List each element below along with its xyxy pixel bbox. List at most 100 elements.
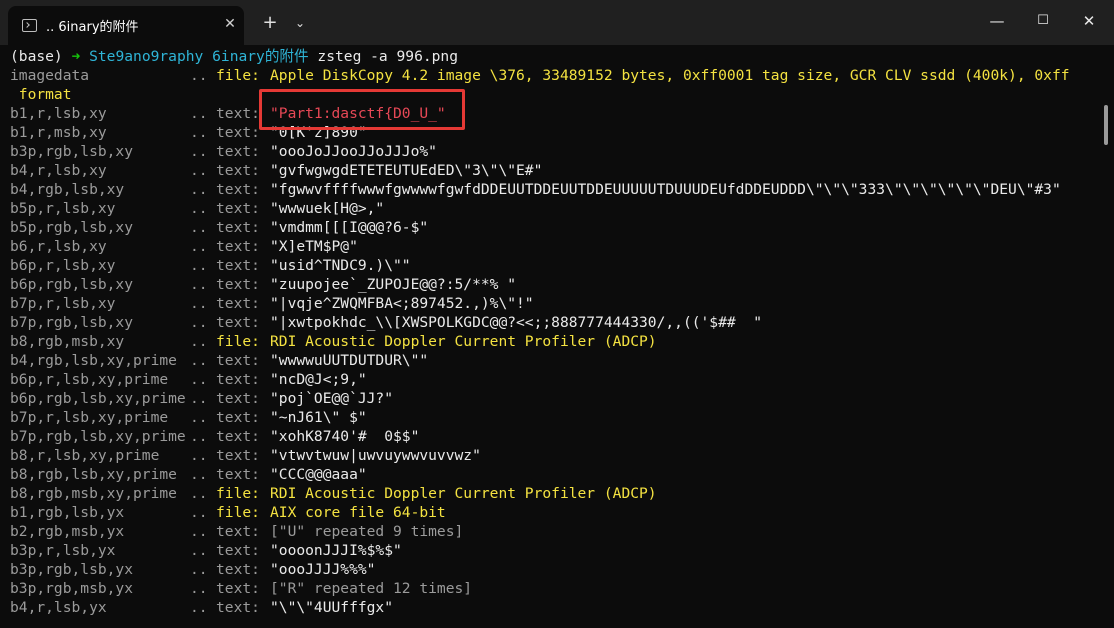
row-separator: .. [190,143,208,160]
output-row: b4,rgb,lsb,xy.. text: "fgwwvffffwwwfgwwwwf… [10,180,1061,199]
row-key: imagedata [10,67,90,84]
row-key: b8,r,lsb,xy,prime [10,447,160,464]
row-value: "oooJJJJ%%%" [270,561,376,578]
row-type: text: [216,428,260,445]
output-row: b8,rgb,lsb,xy,prime.. text: "CCC@@@aaa" [10,465,367,484]
row-type: text: [216,523,260,540]
row-value: "|vqje^ZWQMFBA<;897452.,)%\"!" [270,295,534,312]
row-value: RDI Acoustic Doppler Current Profiler (A… [270,485,657,502]
row-separator: .. [190,428,208,445]
row-key: b8,rgb,msb,xy [10,333,125,350]
output-row: imagedata.. file: Apple DiskCopy 4.2 image… [10,66,1070,85]
row-key: b7p,rgb,lsb,xy [10,314,134,331]
terminal-icon [22,19,37,32]
row-key: b6p,r,lsb,xy,prime [10,371,169,388]
row-key: b4,rgb,lsb,xy,prime [10,352,177,369]
row-key: b4,r,lsb,xy [10,162,107,179]
row-separator: .. [190,257,208,274]
row-value: format [10,86,72,103]
command: zsteg -a 996.png [317,48,459,65]
row-type: text: [216,238,260,255]
row-value: RDI Acoustic Doppler Current Profiler (A… [270,333,657,350]
row-type: text: [216,466,260,483]
row-key: b3p,rgb,lsb,yx [10,561,134,578]
output-row: b3p,rgb,lsb,xy.. text: "oooJoJJooJJoJJJo%" [10,142,437,161]
row-type: text: [216,371,260,388]
row-type: text: [216,143,260,160]
row-type: file: [216,504,260,521]
row-value: "\"\"4UUfffgx" [270,599,394,616]
row-separator: .. [190,504,208,521]
close-window-button[interactable]: ✕ [1074,8,1104,34]
row-key: b6p,rgb,lsb,xy [10,276,134,293]
row-separator: .. [190,219,208,236]
row-separator: .. [190,352,208,369]
row-value: "usid^TNDC9.)\"" [270,257,411,274]
row-key: b3p,rgb,lsb,xy [10,143,134,160]
row-value: "vtwvtwuw|uwvuywwvuvvwz" [270,447,481,464]
row-value: "vmdmm[[[I@@@?6-$" [270,219,429,236]
output-row: b3p,rgb,lsb,yx.. text: "oooJJJJ%%%" [10,560,375,579]
row-type: text: [216,314,260,331]
row-key: b5p,rgb,lsb,xy [10,219,134,236]
output-row: format [10,85,72,104]
output-row: b7p,r,lsb,xy,prime.. text: "~nJ61\" $" [10,408,367,427]
row-separator: .. [190,447,208,464]
row-value: Apple DiskCopy 4.2 image \376, 33489152 … [270,67,1070,84]
row-value: "zuupojee`_ZUPOJE@@?:5/**% " [270,276,517,293]
row-separator: .. [190,409,208,426]
output-row: b7p,r,lsb,xy.. text: "|vqje^ZWQMFBA<;89745… [10,294,534,313]
row-separator: .. [190,276,208,293]
row-value: "X]eTM$P@" [270,238,358,255]
row-type: file: [216,333,260,350]
row-type: file: [216,485,260,502]
row-value: ["U" repeated 9 times] [270,523,464,540]
row-type: text: [216,409,260,426]
output-row: b6p,r,lsb,xy,prime.. text: "ncD@J<;9," [10,370,367,389]
output-row: b4,rgb,lsb,xy,prime.. text: "wwwwuUUTDUTDU… [10,351,428,370]
row-key: b7p,rgb,lsb,xy,prime [10,428,186,445]
scrollbar[interactable] [1104,105,1108,145]
row-type: text: [216,561,260,578]
row-key: b4,rgb,lsb,xy [10,181,125,198]
output-row: b8,rgb,msb,xy.. file: RDI Acoustic Doppler… [10,332,657,351]
row-separator: .. [190,105,208,122]
output-row: b6,r,lsb,xy.. text: "X]eTM$P@" [10,237,358,256]
flag-highlight-box [259,89,465,130]
row-value: ["R" repeated 12 times] [270,580,473,597]
row-type: file: [216,67,260,84]
row-key: b3p,r,lsb,yx [10,542,116,559]
row-separator: .. [190,580,208,597]
minimize-button[interactable]: — [982,8,1012,34]
terminal-tab[interactable]: .. 6inary的附件 ✕ [8,6,244,45]
maximize-button[interactable]: ☐ [1028,8,1058,34]
row-value: "wwwwuUUTDUTDUR\"" [270,352,429,369]
row-type: text: [216,447,260,464]
row-key: b4,r,lsb,yx [10,599,107,616]
row-separator: .. [190,599,208,616]
chevron-down-icon[interactable]: ⌄ [292,13,308,33]
row-type: text: [216,599,260,616]
output-row: b8,rgb,msb,xy,prime.. file: RDI Acoustic D… [10,484,657,503]
close-tab-icon[interactable]: ✕ [222,15,238,33]
row-separator: .. [190,124,208,141]
row-separator: .. [190,542,208,559]
row-key: b6p,r,lsb,xy [10,257,116,274]
output-row: b6p,rgb,lsb,xy.. text: "zuupojee`_ZUPOJE@@… [10,275,516,294]
row-key: b1,r,msb,xy [10,124,107,141]
terminal-output[interactable]: (base) ➜ Ste9ano9raphy 6inary的附件 zsteg -… [0,45,1108,628]
row-separator: .. [190,523,208,540]
row-value: "ncD@J<;9," [270,371,367,388]
output-row: b4,r,lsb,xy.. text: "gvfwgwgdETETEUTUEdED\… [10,161,542,180]
row-value: "oooJoJJooJJoJJJo%" [270,143,437,160]
tab-title: .. 6inary的附件 [46,20,139,35]
new-tab-button[interactable]: + [260,13,280,33]
output-row: b3p,rgb,msb,yx.. text: ["R" repeated 12 ti… [10,579,472,598]
row-type: text: [216,219,260,236]
row-key: b3p,rgb,msb,yx [10,580,134,597]
row-key: b8,rgb,msb,xy,prime [10,485,177,502]
output-row: b2,rgb,msb,yx.. text: ["U" repeated 9 time… [10,522,463,541]
row-value: "|xwtpokhdc_\\[XWSPOLKGDC@@?<<;;88877744… [270,314,763,331]
row-value: "oooonJJJI%$%$" [270,542,402,559]
row-separator: .. [190,485,208,502]
